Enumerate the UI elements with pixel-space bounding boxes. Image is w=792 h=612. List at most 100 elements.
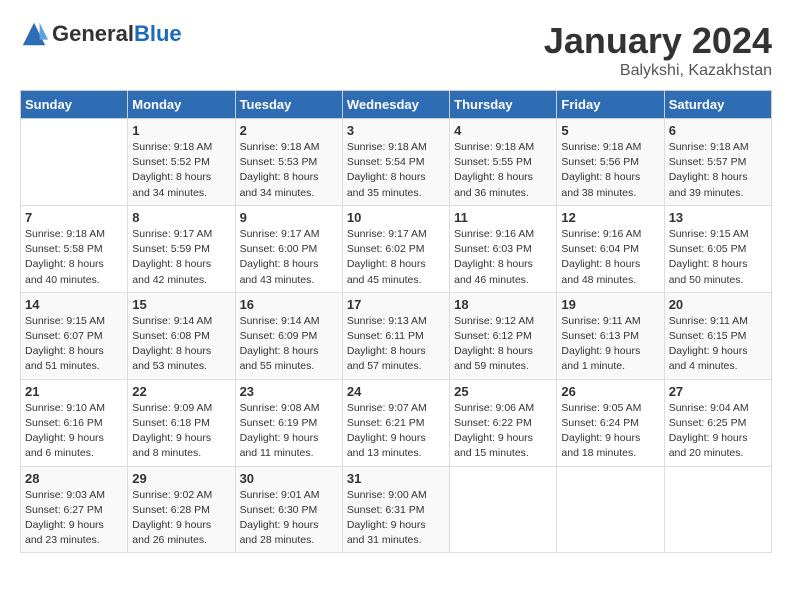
day-number: 19 [561,297,659,312]
day-info: Sunrise: 9:15 AMSunset: 6:07 PMDaylight:… [25,314,123,375]
day-info: Sunrise: 9:18 AMSunset: 5:52 PMDaylight:… [132,140,230,201]
day-cell [557,466,664,553]
day-cell: 21 Sunrise: 9:10 AMSunset: 6:16 PMDaylig… [21,379,128,466]
day-cell: 20 Sunrise: 9:11 AMSunset: 6:15 PMDaylig… [664,292,771,379]
day-number: 8 [132,210,230,225]
day-info: Sunrise: 9:13 AMSunset: 6:11 PMDaylight:… [347,314,445,375]
day-number: 4 [454,123,552,138]
weekday-header-tuesday: Tuesday [235,91,342,119]
day-cell: 3 Sunrise: 9:18 AMSunset: 5:54 PMDayligh… [342,119,449,206]
weekday-header-friday: Friday [557,91,664,119]
day-info: Sunrise: 9:14 AMSunset: 6:09 PMDaylight:… [240,314,338,375]
day-cell: 26 Sunrise: 9:05 AMSunset: 6:24 PMDaylig… [557,379,664,466]
day-info: Sunrise: 9:18 AMSunset: 5:53 PMDaylight:… [240,140,338,201]
day-info: Sunrise: 9:11 AMSunset: 6:13 PMDaylight:… [561,314,659,375]
day-info: Sunrise: 9:17 AMSunset: 6:02 PMDaylight:… [347,227,445,288]
day-cell: 2 Sunrise: 9:18 AMSunset: 5:53 PMDayligh… [235,119,342,206]
location-title: Balykshi, Kazakhstan [544,62,772,80]
day-number: 16 [240,297,338,312]
logo-blue: Blue [134,21,182,46]
title-area: January 2024 Balykshi, Kazakhstan [544,20,772,80]
day-info: Sunrise: 9:08 AMSunset: 6:19 PMDaylight:… [240,401,338,462]
day-info: Sunrise: 9:04 AMSunset: 6:25 PMDaylight:… [669,401,767,462]
day-number: 7 [25,210,123,225]
day-info: Sunrise: 9:18 AMSunset: 5:56 PMDaylight:… [561,140,659,201]
day-number: 25 [454,384,552,399]
day-cell: 16 Sunrise: 9:14 AMSunset: 6:09 PMDaylig… [235,292,342,379]
day-cell: 8 Sunrise: 9:17 AMSunset: 5:59 PMDayligh… [128,205,235,292]
day-cell: 22 Sunrise: 9:09 AMSunset: 6:18 PMDaylig… [128,379,235,466]
weekday-header-sunday: Sunday [21,91,128,119]
day-info: Sunrise: 9:14 AMSunset: 6:08 PMDaylight:… [132,314,230,375]
day-number: 12 [561,210,659,225]
day-info: Sunrise: 9:06 AMSunset: 6:22 PMDaylight:… [454,401,552,462]
day-cell: 10 Sunrise: 9:17 AMSunset: 6:02 PMDaylig… [342,205,449,292]
day-cell: 18 Sunrise: 9:12 AMSunset: 6:12 PMDaylig… [450,292,557,379]
day-number: 22 [132,384,230,399]
day-number: 10 [347,210,445,225]
day-info: Sunrise: 9:18 AMSunset: 5:58 PMDaylight:… [25,227,123,288]
day-cell [450,466,557,553]
day-info: Sunrise: 9:18 AMSunset: 5:57 PMDaylight:… [669,140,767,201]
day-info: Sunrise: 9:16 AMSunset: 6:04 PMDaylight:… [561,227,659,288]
day-cell: 7 Sunrise: 9:18 AMSunset: 5:58 PMDayligh… [21,205,128,292]
day-cell: 14 Sunrise: 9:15 AMSunset: 6:07 PMDaylig… [21,292,128,379]
day-number: 28 [25,471,123,486]
day-number: 3 [347,123,445,138]
day-number: 27 [669,384,767,399]
day-info: Sunrise: 9:07 AMSunset: 6:21 PMDaylight:… [347,401,445,462]
day-number: 31 [347,471,445,486]
day-info: Sunrise: 9:09 AMSunset: 6:18 PMDaylight:… [132,401,230,462]
day-info: Sunrise: 9:16 AMSunset: 6:03 PMDaylight:… [454,227,552,288]
logo-icon [20,20,48,48]
day-info: Sunrise: 9:17 AMSunset: 6:00 PMDaylight:… [240,227,338,288]
logo-general: General [52,21,134,46]
week-row-5: 28 Sunrise: 9:03 AMSunset: 6:27 PMDaylig… [21,466,772,553]
weekday-header-thursday: Thursday [450,91,557,119]
day-cell: 23 Sunrise: 9:08 AMSunset: 6:19 PMDaylig… [235,379,342,466]
weekday-header-monday: Monday [128,91,235,119]
week-row-3: 14 Sunrise: 9:15 AMSunset: 6:07 PMDaylig… [21,292,772,379]
day-info: Sunrise: 9:00 AMSunset: 6:31 PMDaylight:… [347,488,445,549]
day-cell: 29 Sunrise: 9:02 AMSunset: 6:28 PMDaylig… [128,466,235,553]
day-info: Sunrise: 9:17 AMSunset: 5:59 PMDaylight:… [132,227,230,288]
day-number: 14 [25,297,123,312]
day-cell: 27 Sunrise: 9:04 AMSunset: 6:25 PMDaylig… [664,379,771,466]
week-row-1: 1 Sunrise: 9:18 AMSunset: 5:52 PMDayligh… [21,119,772,206]
day-info: Sunrise: 9:03 AMSunset: 6:27 PMDaylight:… [25,488,123,549]
day-info: Sunrise: 9:11 AMSunset: 6:15 PMDaylight:… [669,314,767,375]
week-row-2: 7 Sunrise: 9:18 AMSunset: 5:58 PMDayligh… [21,205,772,292]
day-number: 23 [240,384,338,399]
day-cell: 6 Sunrise: 9:18 AMSunset: 5:57 PMDayligh… [664,119,771,206]
day-number: 30 [240,471,338,486]
weekday-header-wednesday: Wednesday [342,91,449,119]
day-cell: 11 Sunrise: 9:16 AMSunset: 6:03 PMDaylig… [450,205,557,292]
week-row-4: 21 Sunrise: 9:10 AMSunset: 6:16 PMDaylig… [21,379,772,466]
day-cell: 5 Sunrise: 9:18 AMSunset: 5:56 PMDayligh… [557,119,664,206]
day-number: 20 [669,297,767,312]
day-number: 18 [454,297,552,312]
weekday-header-row: SundayMondayTuesdayWednesdayThursdayFrid… [21,91,772,119]
day-info: Sunrise: 9:10 AMSunset: 6:16 PMDaylight:… [25,401,123,462]
day-cell: 31 Sunrise: 9:00 AMSunset: 6:31 PMDaylig… [342,466,449,553]
weekday-header-saturday: Saturday [664,91,771,119]
day-number: 1 [132,123,230,138]
month-title: January 2024 [544,20,772,62]
day-number: 15 [132,297,230,312]
day-cell: 28 Sunrise: 9:03 AMSunset: 6:27 PMDaylig… [21,466,128,553]
day-cell: 24 Sunrise: 9:07 AMSunset: 6:21 PMDaylig… [342,379,449,466]
day-info: Sunrise: 9:05 AMSunset: 6:24 PMDaylight:… [561,401,659,462]
day-number: 6 [669,123,767,138]
day-cell: 13 Sunrise: 9:15 AMSunset: 6:05 PMDaylig… [664,205,771,292]
day-number: 29 [132,471,230,486]
day-cell: 1 Sunrise: 9:18 AMSunset: 5:52 PMDayligh… [128,119,235,206]
calendar-table: SundayMondayTuesdayWednesdayThursdayFrid… [20,90,772,553]
day-number: 24 [347,384,445,399]
day-cell: 9 Sunrise: 9:17 AMSunset: 6:00 PMDayligh… [235,205,342,292]
day-cell: 30 Sunrise: 9:01 AMSunset: 6:30 PMDaylig… [235,466,342,553]
day-number: 26 [561,384,659,399]
day-info: Sunrise: 9:18 AMSunset: 5:54 PMDaylight:… [347,140,445,201]
day-cell [21,119,128,206]
day-info: Sunrise: 9:02 AMSunset: 6:28 PMDaylight:… [132,488,230,549]
day-number: 13 [669,210,767,225]
